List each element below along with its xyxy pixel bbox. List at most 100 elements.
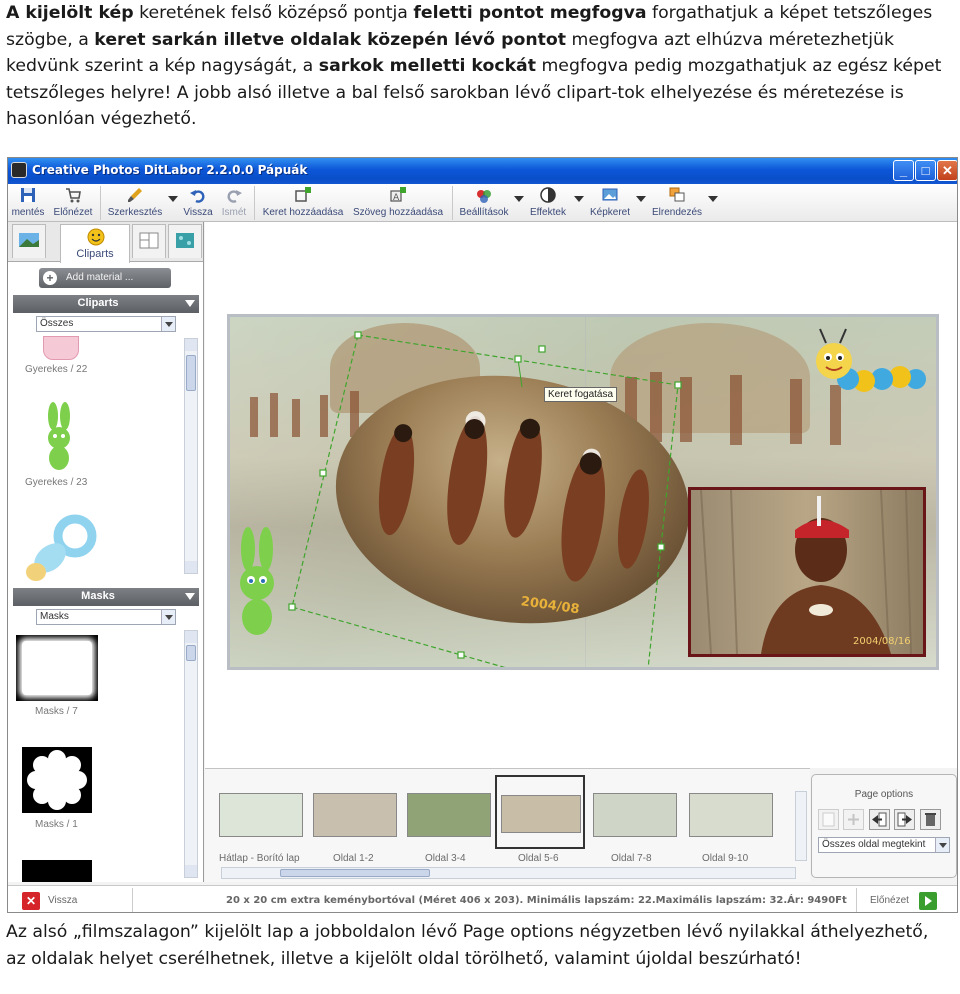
page-thumbnail[interactable] xyxy=(313,793,397,837)
undo-icon xyxy=(190,190,205,203)
pacifier-clipart-thumbnail[interactable] xyxy=(20,514,100,584)
filmstrip-vertical-scrollbar[interactable] xyxy=(795,791,807,861)
close-icon: ✕ xyxy=(942,162,953,178)
preview-button[interactable]: Előnézet xyxy=(50,184,96,222)
masks-section-header[interactable]: Masks xyxy=(13,588,199,606)
add-material-button[interactable]: + Add material ... xyxy=(39,268,171,288)
editor-canvas[interactable]: 2004/08 2004/08/16 Keret fogatása xyxy=(205,222,957,768)
image-frame-dropdown-arrow[interactable] xyxy=(636,196,646,202)
mask-thumbnail[interactable] xyxy=(22,747,92,813)
portrait-figure xyxy=(700,490,912,654)
close-button[interactable]: ✕ xyxy=(937,160,957,181)
scroll-up-icon[interactable] xyxy=(185,631,197,643)
scroll-thumb[interactable] xyxy=(186,645,196,661)
back-button[interactable]: ✕ xyxy=(22,892,40,910)
masks-filter-select[interactable]: Masks xyxy=(36,609,176,625)
edit-button[interactable]: Szerkesztés xyxy=(106,184,164,222)
cliparts-filter-select[interactable]: Összes xyxy=(36,316,176,332)
scroll-up-icon[interactable] xyxy=(185,339,197,351)
add-frame-label: Keret hozzáadása xyxy=(262,207,344,218)
image-frame-button[interactable]: Képkeret xyxy=(586,184,634,222)
add-text-label: Szöveg hozzáadása xyxy=(352,207,444,218)
bunny-clipart-thumbnail[interactable] xyxy=(42,400,76,472)
cliparts-section-header[interactable]: Cliparts xyxy=(13,295,199,313)
app-icon xyxy=(11,162,27,178)
toolbar-separator xyxy=(452,186,453,220)
arrange-label: Elrendezés xyxy=(651,207,703,218)
maximize-icon: □ xyxy=(921,163,930,178)
redo-button[interactable]: Ismét xyxy=(218,184,250,222)
title-bar: Creative Photos DitLabor 2.2.0.0 Pápuák … xyxy=(8,158,957,184)
page-thumbnail[interactable] xyxy=(689,793,773,837)
page-thumbnail[interactable] xyxy=(593,793,677,837)
next-arrow-icon[interactable] xyxy=(919,892,937,910)
tab-cliparts[interactable]: Cliparts xyxy=(60,224,130,263)
move-page-left-button[interactable] xyxy=(869,809,890,830)
cliparts-scrollbar[interactable] xyxy=(184,338,198,574)
mask-thumbnail[interactable] xyxy=(16,635,98,701)
rotate-frame-tooltip: Keret fogatása xyxy=(544,387,618,402)
scroll-down-icon[interactable] xyxy=(185,865,197,877)
tab-cliparts-label: Cliparts xyxy=(76,248,114,260)
next-label[interactable]: Előnézet xyxy=(870,895,909,906)
toolbar-separator xyxy=(100,186,101,220)
masks-scrollbar[interactable] xyxy=(184,630,198,878)
portrait-photo[interactable]: 2004/08/16 xyxy=(688,487,926,657)
add-page-button[interactable] xyxy=(843,809,864,830)
insert-page-button[interactable] xyxy=(818,809,839,830)
move-page-right-button[interactable] xyxy=(894,809,915,830)
tab-layouts[interactable] xyxy=(132,224,166,258)
cliparts-filter-value: Összes xyxy=(40,318,74,329)
plus-icon: + xyxy=(43,271,57,285)
arrange-button[interactable]: Elrendezés xyxy=(648,184,706,222)
color-settings-icon xyxy=(477,190,491,203)
flower-mask-shape xyxy=(27,750,87,810)
landscape-icon xyxy=(19,233,39,247)
arrange-dropdown-arrow[interactable] xyxy=(708,196,718,202)
page-label: Oldal 7-8 xyxy=(611,853,652,864)
page-thumbnail[interactable] xyxy=(219,793,303,837)
back-label[interactable]: Vissza xyxy=(48,895,77,906)
product-info-text: 20 x 20 cm extra keménybortóval (Méret 4… xyxy=(226,895,847,906)
clipart-caption: Gyerekes / 23 xyxy=(25,477,88,488)
bunny-clipart[interactable] xyxy=(232,525,282,637)
collapse-icon xyxy=(185,593,195,600)
edit-dropdown-arrow[interactable] xyxy=(168,196,178,202)
page-view-select[interactable]: Összes oldal megtekint xyxy=(818,837,950,853)
settings-label: Beállítások xyxy=(459,207,509,218)
redo-label: Ismét xyxy=(221,207,247,218)
image-frame-label: Képkeret xyxy=(589,207,631,218)
page-view-value: Összes oldal megtekint xyxy=(822,839,926,850)
image-frame-icon xyxy=(602,188,618,201)
add-text-button[interactable]: A Szöveg hozzáadása xyxy=(351,184,445,222)
tab-backgrounds[interactable] xyxy=(12,224,46,258)
maximize-button[interactable]: □ xyxy=(915,160,936,181)
page-spread[interactable]: 2004/08 2004/08/16 Keret fogatása xyxy=(227,314,939,670)
scroll-thumb[interactable] xyxy=(186,355,196,391)
minimize-button[interactable]: _ xyxy=(893,160,914,181)
settings-dropdown-arrow[interactable] xyxy=(514,196,524,202)
mask-thumbnail[interactable] xyxy=(22,860,92,882)
effects-icon xyxy=(540,187,556,203)
collapse-icon xyxy=(185,300,195,307)
scroll-thumb[interactable] xyxy=(280,869,430,877)
effects-button[interactable]: Effektek xyxy=(524,184,572,222)
status-separator xyxy=(132,888,133,912)
clipart-thumbnail[interactable] xyxy=(43,336,79,360)
page-thumbnail-selected[interactable] xyxy=(495,775,585,849)
caterpillar-clipart[interactable] xyxy=(812,327,936,407)
effects-label: Effektek xyxy=(530,207,566,218)
undo-button[interactable]: Vissza xyxy=(180,184,216,222)
filmstrip-scrollbar[interactable] xyxy=(221,867,796,879)
scroll-down-icon[interactable] xyxy=(185,561,197,573)
page-label: Oldal 1-2 xyxy=(333,853,374,864)
preview-label: Előnézet xyxy=(53,207,93,218)
masks-header-label: Masks xyxy=(81,590,115,602)
add-frame-button[interactable]: Keret hozzáadása xyxy=(258,184,348,222)
page-thumbnail[interactable] xyxy=(407,793,491,837)
delete-page-button[interactable] xyxy=(920,809,941,830)
settings-button[interactable]: Beállítások xyxy=(456,184,512,222)
tab-masks[interactable] xyxy=(168,224,202,258)
effects-dropdown-arrow[interactable] xyxy=(574,196,584,202)
save-button[interactable]: mentés xyxy=(10,184,46,222)
